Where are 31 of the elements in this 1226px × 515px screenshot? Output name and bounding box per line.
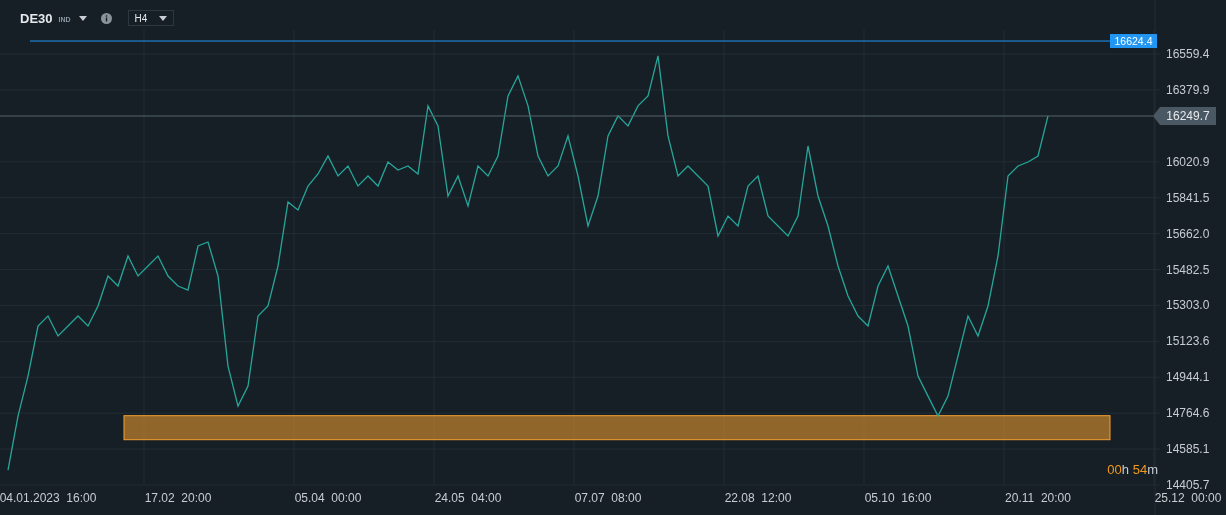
axis-label: 15482.5 — [1166, 262, 1210, 277]
ref-line-label: 16624.4 — [1114, 35, 1153, 48]
axis-label: 15841.5 — [1166, 190, 1210, 205]
axis-label: 16559.4 — [1166, 47, 1210, 62]
axis-label: 16020.9 — [1166, 154, 1210, 169]
current-price-label: 16249.7 — [1153, 107, 1216, 125]
symbol-name: DE30 — [20, 10, 53, 26]
axis-label: 14405.7 — [1166, 478, 1210, 492]
axis-label: 14764.6 — [1166, 406, 1210, 421]
axis-label: 15303.0 — [1166, 298, 1210, 313]
info-icon[interactable] — [100, 12, 112, 24]
axis-label: 05.04 00:00 — [294, 491, 362, 505]
axis-label: 24.05 04:00 — [434, 491, 502, 505]
axis-label: 15123.6 — [1166, 334, 1210, 349]
axis-label: 20.11 20:00 — [1005, 491, 1071, 505]
axis-label: 25.12 00:00 — [1154, 491, 1222, 505]
axis-label: 07.07 08:00 — [574, 491, 642, 505]
countdown-timer: 00h 54m — [1107, 462, 1158, 477]
caret-icon[interactable] — [78, 15, 87, 21]
axis-label: 04.01.2023 16:00 — [0, 491, 97, 505]
ref-line-label: 16249.7 — [1166, 109, 1211, 124]
axis-label: 15662.0 — [1166, 226, 1210, 241]
axis-label: 05.10 16:00 — [864, 491, 932, 505]
axis-label: 22.08 12:00 — [724, 491, 792, 505]
axis-label: 14944.1 — [1166, 370, 1210, 385]
axis-label: 17.02 20:00 — [144, 491, 212, 505]
caret-icon — [159, 15, 168, 21]
timeframe-dropdown[interactable]: H4 — [127, 10, 175, 26]
axis-label: 16379.9 — [1166, 82, 1210, 97]
price-label: 16624.4 — [1110, 34, 1157, 48]
axis-label: 14585.1 — [1166, 442, 1210, 457]
